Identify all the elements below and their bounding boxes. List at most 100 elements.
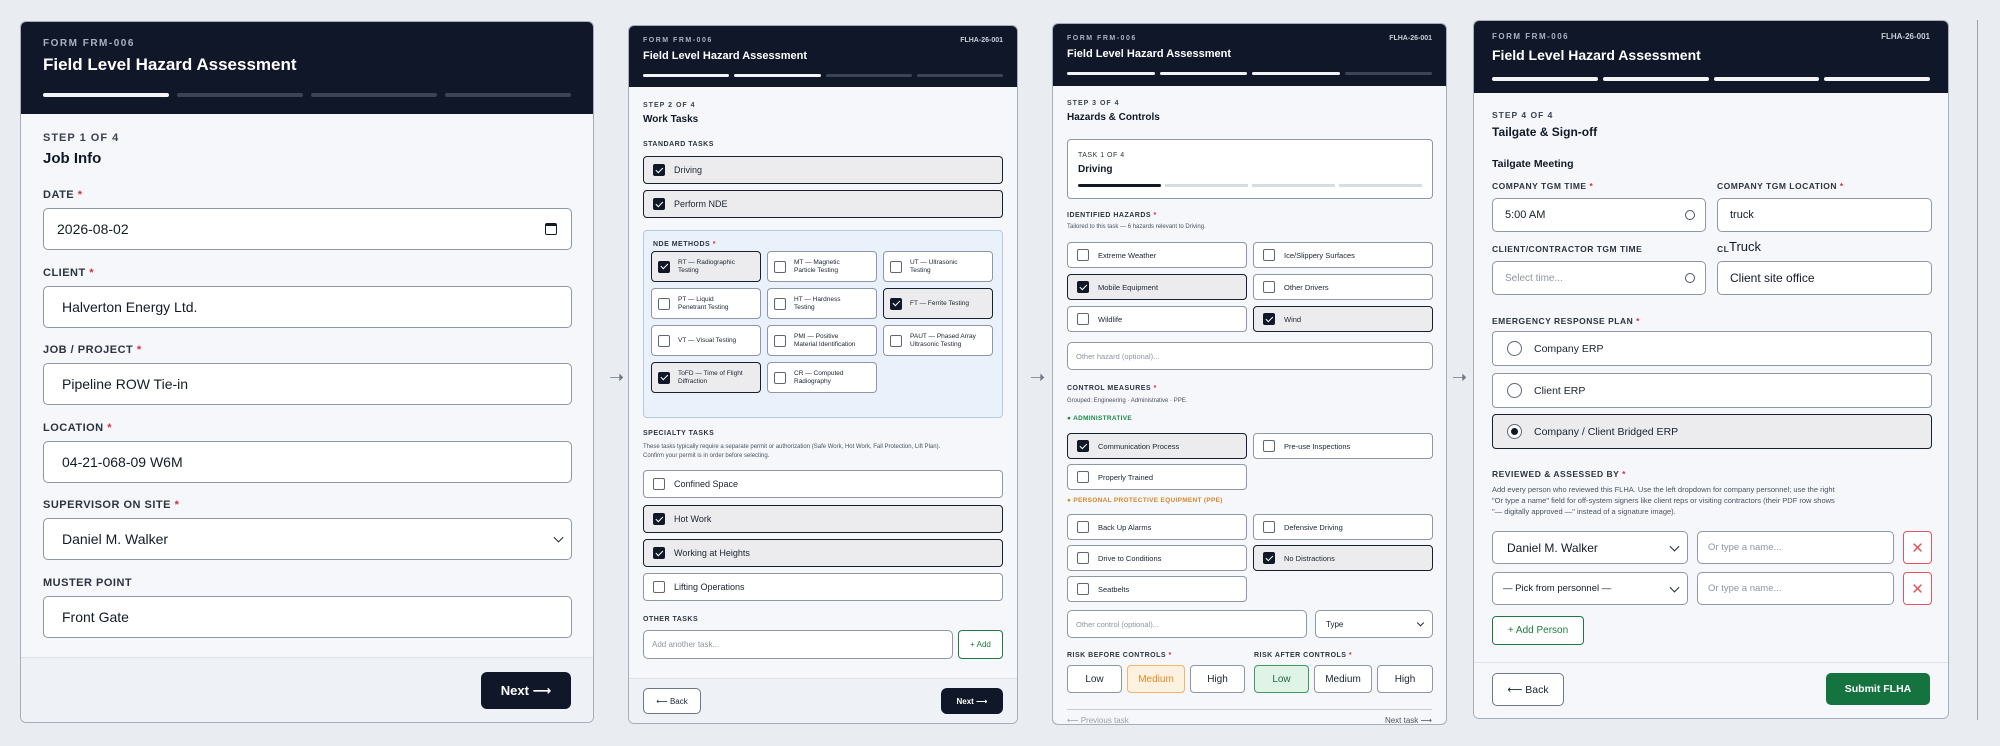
client-tgm-location-input[interactable]: Client site office <box>1717 261 1932 295</box>
hazard-ice-slippery[interactable]: Ice/Slippery Surfaces <box>1253 242 1433 268</box>
task-count: TASK 1 OF 4 <box>1078 152 1125 159</box>
nde-method-option[interactable]: RT — Radiographic Testing <box>651 251 761 282</box>
hazard-other-drivers[interactable]: Other Drivers <box>1253 274 1433 300</box>
erp-label: EMERGENCY RESPONSE PLAN * <box>1492 316 1640 326</box>
next-button[interactable]: Next ⟶ <box>941 688 1003 714</box>
chevron-down-icon <box>1416 619 1425 627</box>
next-button[interactable]: Next ⟶ <box>481 672 571 709</box>
reviewed-note: Add every person who reviewed this FLHA.… <box>1492 485 1835 516</box>
nde-method-option[interactable]: HT — Hardness Testing <box>767 288 877 319</box>
client-label: CLIENT * <box>43 267 95 279</box>
nde-method-option[interactable]: ToFD — Time of Flight Diffraction <box>651 362 761 393</box>
reviewer-name-input-2[interactable]: Or type a name... <box>1697 572 1894 605</box>
autocomplete-suggestion[interactable]: Truck <box>1729 239 1761 254</box>
controls-label: CONTROL MEASURES * <box>1067 385 1157 392</box>
hazard-wildlife[interactable]: Wildlife <box>1067 306 1247 332</box>
clock-icon[interactable] <box>1685 210 1695 220</box>
hazards-note: Tailored to this task — 6 hazards releva… <box>1067 224 1206 230</box>
previous-task-link[interactable]: ⟵ Previous task <box>1067 716 1129 724</box>
nde-method-option[interactable]: CR — Computed Radiography <box>767 362 877 393</box>
submit-flha-button[interactable]: Submit FLHA <box>1826 673 1930 705</box>
control-communication-process[interactable]: Communication Process <box>1067 433 1247 459</box>
reviewer-select-1[interactable]: Daniel M. Walker <box>1492 531 1688 564</box>
hazard-mobile-equipment[interactable]: Mobile Equipment <box>1067 274 1247 300</box>
erp-company[interactable]: Company ERP <box>1492 331 1932 366</box>
nde-method-option[interactable]: PT — Liquid Penetrant Testing <box>651 288 761 319</box>
control-pre-use-inspections[interactable]: Pre-use Inspections <box>1253 433 1433 459</box>
erp-client[interactable]: Client ERP <box>1492 373 1932 408</box>
specialty-working-at-heights[interactable]: Working at Heights <box>643 539 1003 567</box>
chevron-down-icon <box>1669 541 1680 552</box>
company-tgm-time-label: COMPANY TGM TIME * <box>1492 181 1594 191</box>
other-tasks-label: OTHER TASKS <box>643 616 699 623</box>
risk-after-low[interactable]: Low <box>1254 665 1309 693</box>
hazard-extreme-weather[interactable]: Extreme Weather <box>1067 242 1247 268</box>
supervisor-select[interactable]: Daniel M. Walker <box>43 518 572 560</box>
control-type-select[interactable]: Type <box>1315 610 1433 638</box>
clock-icon[interactable] <box>1685 273 1695 283</box>
date-input[interactable]: 2026-08-02 <box>43 208 572 250</box>
nde-method-option[interactable]: PAUT — Phased Array Ultrasonic Testing <box>883 325 993 356</box>
nde-method-option[interactable]: UT — Ultrasonic Testing <box>883 251 993 282</box>
specialty-lifting-operations[interactable]: Lifting Operations <box>643 573 1003 601</box>
reviewer-select-2[interactable]: — Pick from personnel — <box>1492 572 1688 605</box>
remove-reviewer-1-icon[interactable]: ✕ <box>1903 531 1932 564</box>
other-task-input[interactable]: Add another task... <box>643 630 953 659</box>
progress-bar <box>43 93 571 97</box>
form-code: FLHA-26-001 <box>1389 35 1432 42</box>
nde-method-option[interactable]: MT — Magnetic Particle Testing <box>767 251 877 282</box>
erp-bridged[interactable]: Company / Client Bridged ERP <box>1492 414 1932 449</box>
back-button[interactable]: ⟵ Back <box>1492 673 1564 706</box>
risk-after-high[interactable]: High <box>1377 665 1433 693</box>
form-footer: ⟵ Back Next ⟶ <box>629 678 1017 723</box>
risk-before-label: RISK BEFORE CONTROLS * <box>1067 652 1172 659</box>
form-title: Field Level Hazard Assessment <box>43 55 297 74</box>
muster-point-input[interactable]: Front Gate <box>43 596 572 638</box>
hazard-wind[interactable]: Wind <box>1253 306 1433 332</box>
risk-before-low[interactable]: Low <box>1067 665 1122 693</box>
other-hazard-input[interactable]: Other hazard (optional)... <box>1067 342 1433 370</box>
control-back-up-alarms[interactable]: Back Up Alarms <box>1067 514 1247 540</box>
reviewer-name-input-1[interactable]: Or type a name... <box>1697 531 1894 564</box>
task-progress <box>1078 184 1422 187</box>
muster-point-label: MUSTER POINT <box>43 577 133 589</box>
form-code: FLHA-26-001 <box>960 37 1003 44</box>
task-option-perform-nde[interactable]: Perform NDE <box>643 190 1003 218</box>
risk-before-medium[interactable]: Medium <box>1127 665 1185 693</box>
next-task-link[interactable]: Next task ⟶ <box>1385 716 1432 724</box>
step-name: Job Info <box>43 150 102 167</box>
job-project-input[interactable]: Pipeline ROW Tie-in <box>43 363 572 405</box>
client-tgm-time-input[interactable]: Select time... <box>1492 261 1706 295</box>
control-no-distractions[interactable]: No Distractions <box>1253 545 1433 571</box>
company-tgm-time-input[interactable]: 5:00 AM <box>1492 198 1706 232</box>
nde-method-option[interactable]: VT — Visual Testing <box>651 325 761 356</box>
nde-method-option[interactable]: FT — Ferrite Testing <box>883 288 993 319</box>
add-task-button[interactable]: + Add <box>958 630 1003 659</box>
other-control-input[interactable]: Other control (optional)... <box>1067 610 1307 638</box>
location-input[interactable]: 04-21-068-09 W6M <box>43 441 572 483</box>
nde-methods-label: NDE METHODS * <box>653 241 716 248</box>
control-seatbelts[interactable]: Seatbelts <box>1067 576 1247 602</box>
control-defensive-driving[interactable]: Defensive Driving <box>1253 514 1433 540</box>
client-input[interactable]: Halverton Energy Ltd. <box>43 286 572 328</box>
control-drive-to-conditions[interactable]: Drive to Conditions <box>1067 545 1247 571</box>
control-properly-trained[interactable]: Properly Trained <box>1067 464 1247 490</box>
panel-hazards-controls: FORM FRM-006 FLHA-26-001 Field Level Haz… <box>1052 23 1447 725</box>
chevron-down-icon <box>1669 582 1680 593</box>
calendar-icon[interactable] <box>545 223 557 235</box>
risk-after-medium[interactable]: Medium <box>1314 665 1372 693</box>
progress-bar <box>1492 77 1930 81</box>
specialty-confined-space[interactable]: Confined Space <box>643 470 1003 498</box>
add-person-button[interactable]: + Add Person <box>1492 616 1584 645</box>
remove-reviewer-2-icon[interactable]: ✕ <box>1903 572 1932 605</box>
specialty-hot-work[interactable]: Hot Work <box>643 505 1003 533</box>
company-tgm-location-input[interactable]: truck <box>1717 198 1932 232</box>
nde-method-option[interactable]: PMI — Positive Material Identification <box>767 325 877 356</box>
back-button[interactable]: ⟵ Back <box>643 688 701 714</box>
form-header: FORM FRM-006 FLHA-26-001 Field Level Haz… <box>1053 24 1446 86</box>
task-option-driving[interactable]: Driving <box>643 156 1003 184</box>
hazards-label: IDENTIFIED HAZARDS * <box>1067 212 1157 219</box>
progress-bar <box>1067 72 1432 75</box>
risk-before-high[interactable]: High <box>1190 665 1245 693</box>
specialty-tasks-label: SPECIALTY TASKS <box>643 430 715 437</box>
